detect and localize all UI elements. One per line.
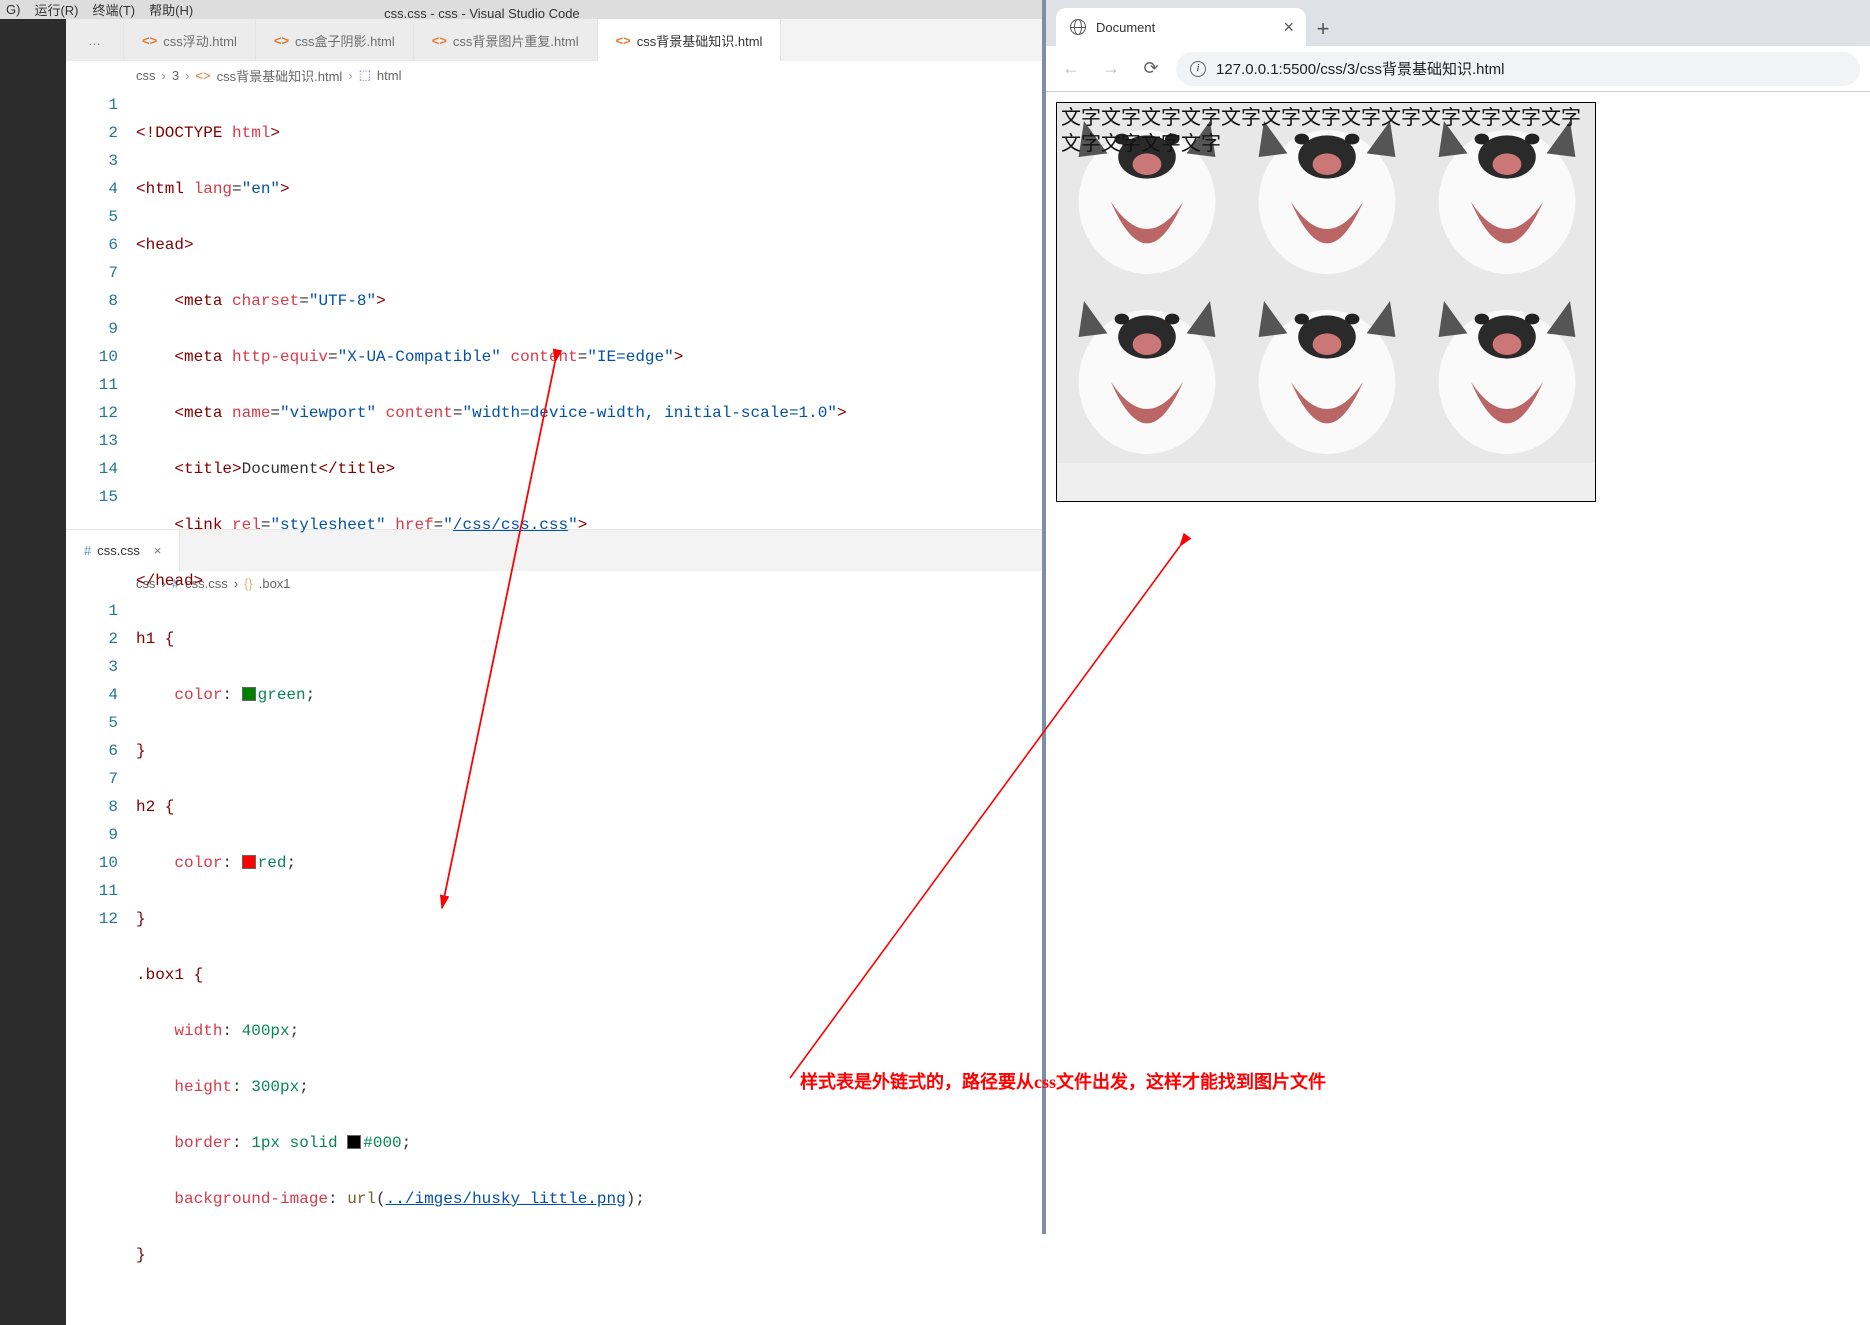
vscode-window: G) 运行(R) 终端(T) 帮助(H) css.css - css - Vis… [0, 0, 1042, 1234]
globe-icon [1070, 19, 1086, 35]
editor-css[interactable]: 123456789101112 h1 { color: green; } h2 … [66, 595, 1042, 1325]
browser-toolbar: ← → ⟳ i 127.0.0.1:5500/css/3/css背景基础知识.h… [1046, 46, 1870, 92]
site-info-icon[interactable]: i [1190, 61, 1206, 77]
menu-run[interactable]: 运行(R) [34, 0, 78, 19]
menu-terminal[interactable]: 终端(T) [93, 0, 136, 19]
crumb[interactable]: 3 [172, 68, 179, 83]
bg-tile [1237, 463, 1417, 502]
vscode-window-title: css.css - css - Visual Studio Code [384, 6, 580, 21]
tab-label: css盒子阴影.html [295, 31, 395, 50]
bg-tile [1237, 283, 1417, 463]
menu-help[interactable]: 帮助(H) [149, 0, 193, 19]
code-body[interactable]: h1 { color: green; } h2 { color: red; } … [136, 597, 1042, 1325]
html-icon: <> [142, 33, 157, 48]
html-icon: <> [274, 33, 289, 48]
color-swatch-red[interactable] [242, 855, 256, 869]
bg-tile [1057, 283, 1237, 463]
tab-css-float[interactable]: <> css浮动.html [124, 19, 256, 61]
menubar-prefix: G) [6, 2, 20, 17]
browser-tabstrip: Document × + [1046, 0, 1870, 46]
tab-close-icon[interactable]: × [1283, 17, 1294, 38]
crumb[interactable]: css背景基础知识.html [217, 66, 343, 85]
annotation-text: 样式表是外链式的，路径要从css文件出发，这样才能找到图片文件 [800, 1068, 1326, 1094]
chevron-icon: › [348, 68, 352, 83]
forward-button[interactable]: → [1096, 54, 1126, 84]
browser-tab-title: Document [1096, 20, 1155, 35]
chevron-icon: › [185, 68, 189, 83]
color-swatch-green[interactable] [242, 687, 256, 701]
tab-css-bg-basics[interactable]: <> css背景基础知识.html [598, 19, 782, 61]
tab-css-box-shadow[interactable]: <> css盒子阴影.html [256, 19, 414, 61]
crumb[interactable]: html [377, 68, 402, 83]
tab-css-bg-repeat[interactable]: <> css背景图片重复.html [414, 19, 598, 61]
browser-window: Document × + ← → ⟳ i 127.0.0.1:5500/css/… [1042, 0, 1870, 1234]
gutter: 123456789101112 [66, 597, 136, 1325]
breadcrumb-top[interactable]: css › 3 › <> css背景基础知识.html › ⬚ html [66, 61, 1042, 89]
back-button[interactable]: ← [1056, 54, 1086, 84]
box1-text: 文字文字文字文字文字文字文字文字文字文字文字文字文字文字文字文字文字 [1061, 105, 1591, 157]
html-icon: <> [616, 33, 631, 48]
tab-label: css背景基础知识.html [637, 31, 763, 50]
browser-viewport: 文字文字文字文字文字文字文字文字文字文字文字文字文字文字文字文字文字 [1046, 92, 1870, 1234]
bg-tile [1417, 463, 1596, 502]
vscode-tabs-top: … <> css浮动.html <> css盒子阴影.html <> css背景图片重… [66, 19, 1042, 61]
reload-button[interactable]: ⟳ [1136, 54, 1166, 84]
url-text: 127.0.0.1:5500/css/3/css背景基础知识.html [1216, 58, 1504, 79]
symbol-icon: ⬚ [359, 67, 371, 83]
bg-tile [1057, 463, 1237, 502]
html-icon: <> [432, 33, 447, 48]
html-icon: <> [195, 68, 210, 83]
tab-label: css浮动.html [163, 31, 237, 50]
tab-label: css背景图片重复.html [453, 31, 579, 50]
bg-tile [1417, 283, 1596, 463]
crumb[interactable]: css [136, 68, 156, 83]
tabs-overflow[interactable]: … [66, 19, 124, 61]
new-tab-button[interactable]: + [1306, 12, 1340, 46]
demo-box1: 文字文字文字文字文字文字文字文字文字文字文字文字文字文字文字文字文字 [1056, 102, 1596, 502]
editor-html[interactable]: 123456789101112131415 <!DOCTYPE html> <h… [66, 89, 1042, 529]
vscode-activity-bar [0, 19, 66, 1325]
browser-tab-active[interactable]: Document × [1056, 8, 1306, 46]
address-bar[interactable]: i 127.0.0.1:5500/css/3/css背景基础知识.html [1176, 52, 1860, 86]
chevron-icon: › [162, 68, 166, 83]
color-swatch-black[interactable] [347, 1135, 361, 1149]
